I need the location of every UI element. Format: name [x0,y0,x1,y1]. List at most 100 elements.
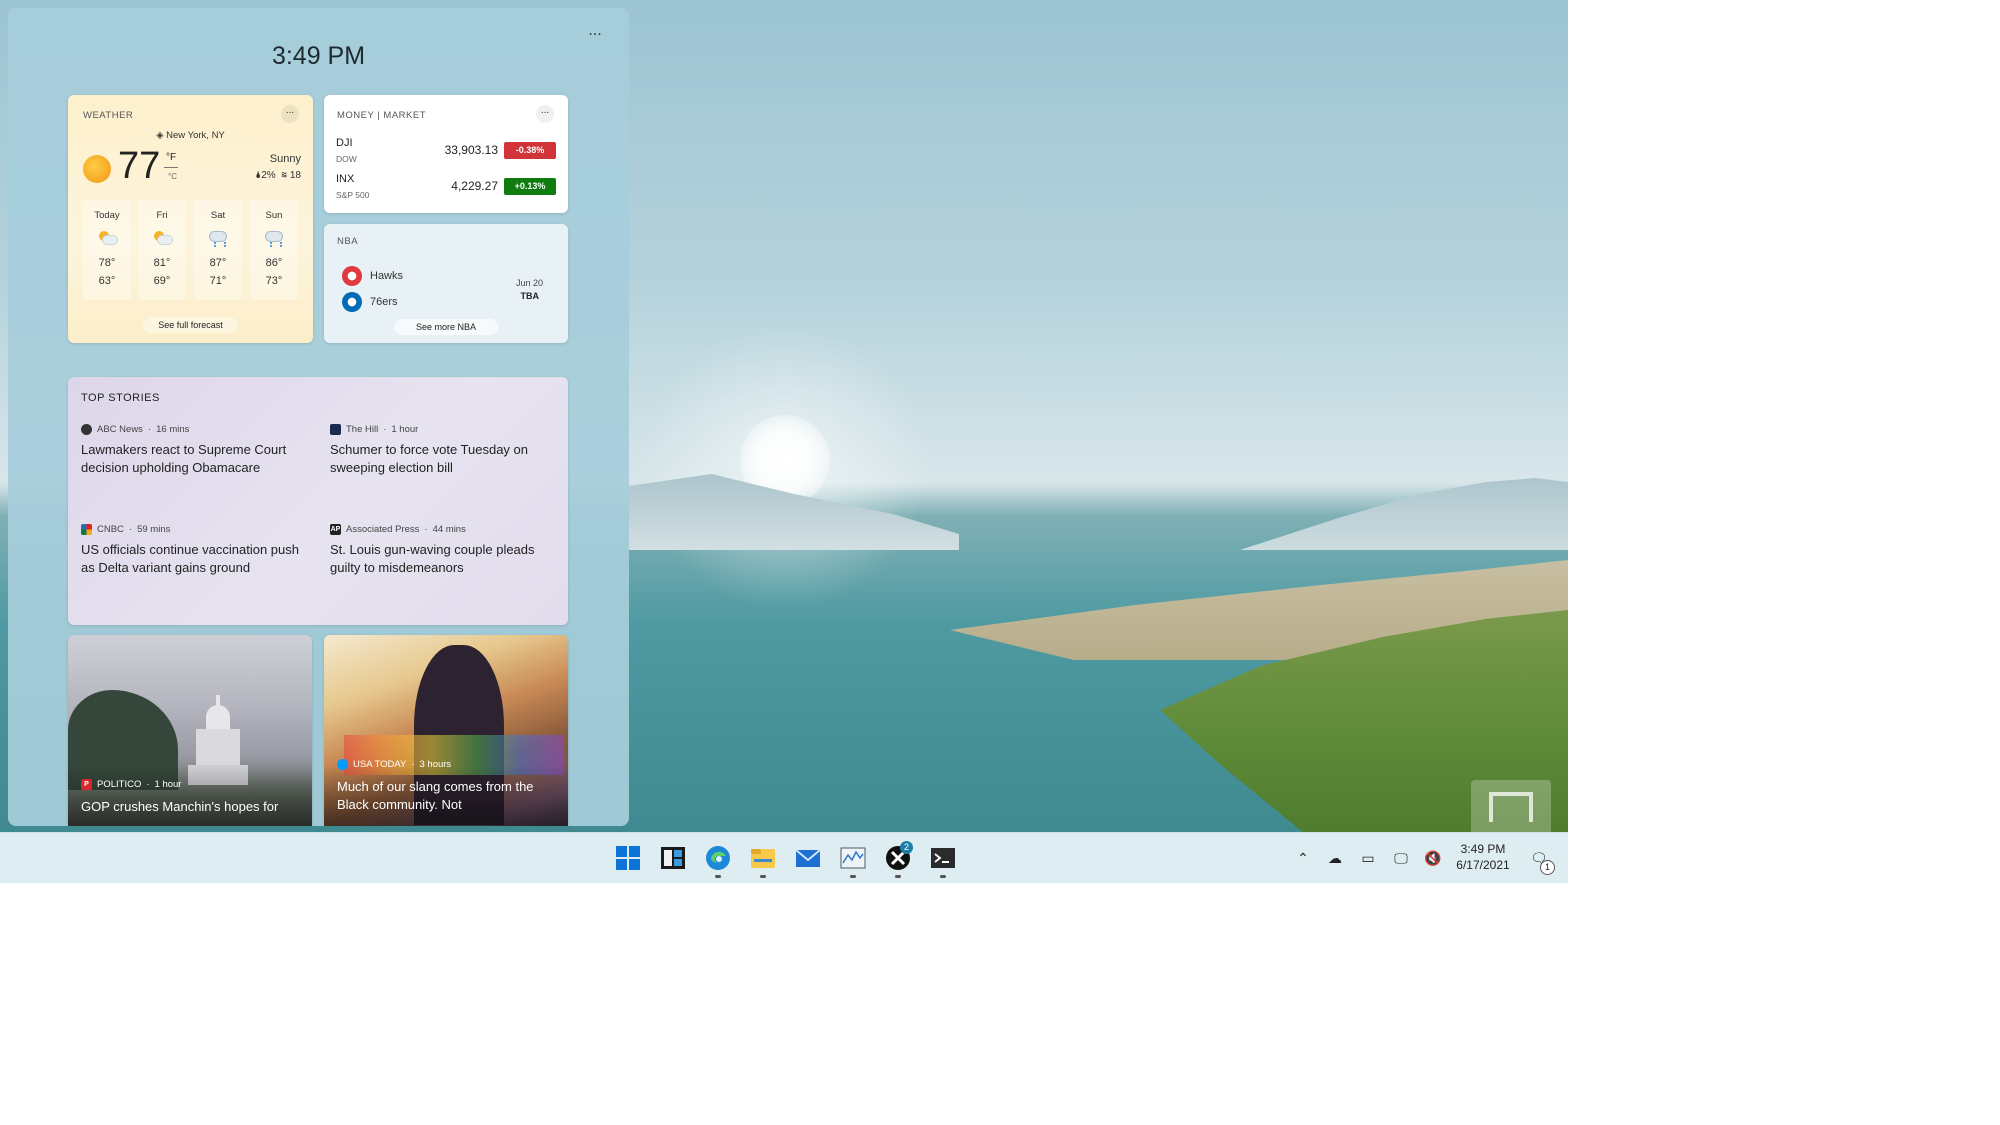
chevron-up-icon[interactable]: ⌃ [1295,850,1311,866]
separator: · [424,524,428,535]
separator: · [411,759,415,770]
sun-icon [83,155,111,183]
weather-extra: 🌢2% ≋ 18 [255,170,301,181]
panel-more-button[interactable]: ... [584,23,606,42]
story-title[interactable]: GOP crushes Manchin's hopes for [81,798,306,816]
see-full-forecast-link[interactable]: See full forecast [143,317,238,333]
story-title[interactable]: Lawmakers react to Supreme Court decisio… [81,441,311,477]
weather-more-button[interactable]: ... [281,105,299,123]
game-date: Jun 20 [515,278,543,288]
edge-icon[interactable] [705,845,731,871]
story-source-name: Associated Press [346,524,420,535]
hills-right [1240,478,1568,550]
money-title: MONEY | MARKET [337,110,426,121]
taskbar: 2 ⌃ ☁ ▭ 🖵 🔇 3:49 PM 6/17/2021 🗨 1 [0,832,1568,883]
speaker-muted-icon[interactable]: 🔇 [1424,850,1441,866]
forecast-high: 81° [153,257,171,269]
story-title[interactable]: US officials continue vaccination push a… [81,541,311,577]
network-icon[interactable]: 🖵 [1393,850,1409,866]
stock-symbol[interactable]: INX [336,173,354,185]
image-story-card[interactable]: USA TODAY · 3 hours Much of our slang come… [324,635,568,826]
story-item[interactable]: AP Associated Press · 44 mins St. Louis gu… [330,524,560,577]
story-title[interactable]: Much of our slang comes from the Black c… [337,778,562,814]
team-name: Hawks [370,270,404,282]
weather-condition: Sunny [269,153,301,165]
story-source-name: POLITICO [97,779,142,790]
money-more-button[interactable]: ... [536,105,554,123]
separator: · [147,424,152,435]
money-card[interactable]: MONEY | MARKET ... DJI DOW 33,903.13 -0.… [324,95,568,213]
weather-location[interactable]: ◈ New York, NY [68,130,313,141]
weather-title: WEATHER [83,110,134,121]
story-item[interactable]: The Hill · 1 hour Schumer to force vote Tu… [330,424,560,477]
image-story-card[interactable]: P POLITICO · 1 hour GOP crushes Manchin's … [68,635,312,826]
weather-temp: 77 [118,145,161,187]
partly-cloudy-icon [97,231,117,245]
team-name: 76ers [370,296,398,308]
stock-value: 33,903.13 [444,143,498,157]
start-icon[interactable] [615,845,641,871]
mail-icon[interactable] [795,845,821,871]
forecast-day-name: Sun [265,210,283,221]
story-source: CNBC · 59 mins [81,524,311,535]
stock-value: 4,229.27 [451,179,498,193]
running-indicator [760,875,766,878]
forecast-day[interactable]: Sun 86° 73° [250,200,298,300]
cnbc-peacock-icon [81,524,92,535]
forecast-high: 87° [209,257,227,269]
story-source: P POLITICO · 1 hour [81,779,181,790]
onedrive-cloud-icon[interactable]: ☁ [1327,850,1343,866]
forecast-day-name: Sat [210,210,226,221]
widgets-icon[interactable] [660,845,686,871]
76ers-logo-icon [342,292,362,312]
forecast-day-name: Today [94,210,120,221]
battery-icon[interactable]: ▭ [1360,850,1376,866]
running-indicator [715,875,721,878]
story-age: 1 hour [391,424,419,435]
story-age: 59 mins [137,524,171,535]
nba-card[interactable]: NBA Hawks 76ers Jun 20 TBA See more NBA [324,224,568,343]
top-stories-card: TOP STORIES ABC News · 16 mins Lawmakers r… [68,377,568,625]
story-source: ABC News · 16 mins [81,424,311,435]
separator: · [383,424,387,435]
separator: · [146,779,150,790]
story-item[interactable]: CNBC · 59 mins US officials continue vacci… [81,524,311,577]
terminal-icon[interactable] [930,845,956,871]
running-indicator [940,875,946,878]
forecast-day[interactable]: Fri 81° 69° [138,200,186,300]
wind-icon: ≋ [281,170,288,181]
story-title[interactable]: St. Louis gun-waving couple pleads guilt… [330,541,560,577]
forecast-low: 73° [265,275,283,287]
politico-icon: P [81,779,92,790]
the-hill-icon [330,424,341,435]
story-source-name: ABC News [97,424,143,435]
performance-monitor-icon[interactable] [840,845,866,871]
stock-symbol[interactable]: DJI [336,137,353,149]
rain-cloud-icon [208,231,228,245]
weather-card[interactable]: WEATHER ... ◈ New York, NY 77 °F °C Sunn… [68,95,313,343]
hawks-logo-icon [342,266,362,286]
unit-fahrenheit[interactable]: °F [166,152,176,163]
see-more-nba-link[interactable]: See more NBA [394,319,498,335]
story-source: AP Associated Press · 44 mins [330,524,560,535]
image-overlay [68,765,312,826]
file-explorer-icon[interactable] [750,845,776,871]
story-source-name: The Hill [346,424,379,435]
forecast-low: 69° [153,275,171,287]
forecast-day[interactable]: Sat 87° 71° [194,200,242,300]
forecast-low: 63° [98,275,116,287]
story-item[interactable]: ABC News · 16 mins Lawmakers react to Supr… [81,424,311,477]
story-title[interactable]: Schumer to force vote Tuesday on sweepin… [330,441,560,477]
forecast-day[interactable]: Today 78° 63° [83,200,131,300]
taskbar-clock[interactable]: 3:49 PM 6/17/2021 [1448,841,1518,873]
stock-index: DOW [336,154,357,164]
abc-news-icon [81,424,92,435]
forecast-high: 86° [265,257,283,269]
separator: · [128,524,133,535]
running-indicator [895,875,901,878]
unit-divider [164,167,178,168]
usa-today-icon [337,759,348,770]
story-age: 44 mins [432,524,466,535]
stock-change: +0.13% [504,178,556,195]
unit-celsius[interactable]: °C [168,172,177,181]
